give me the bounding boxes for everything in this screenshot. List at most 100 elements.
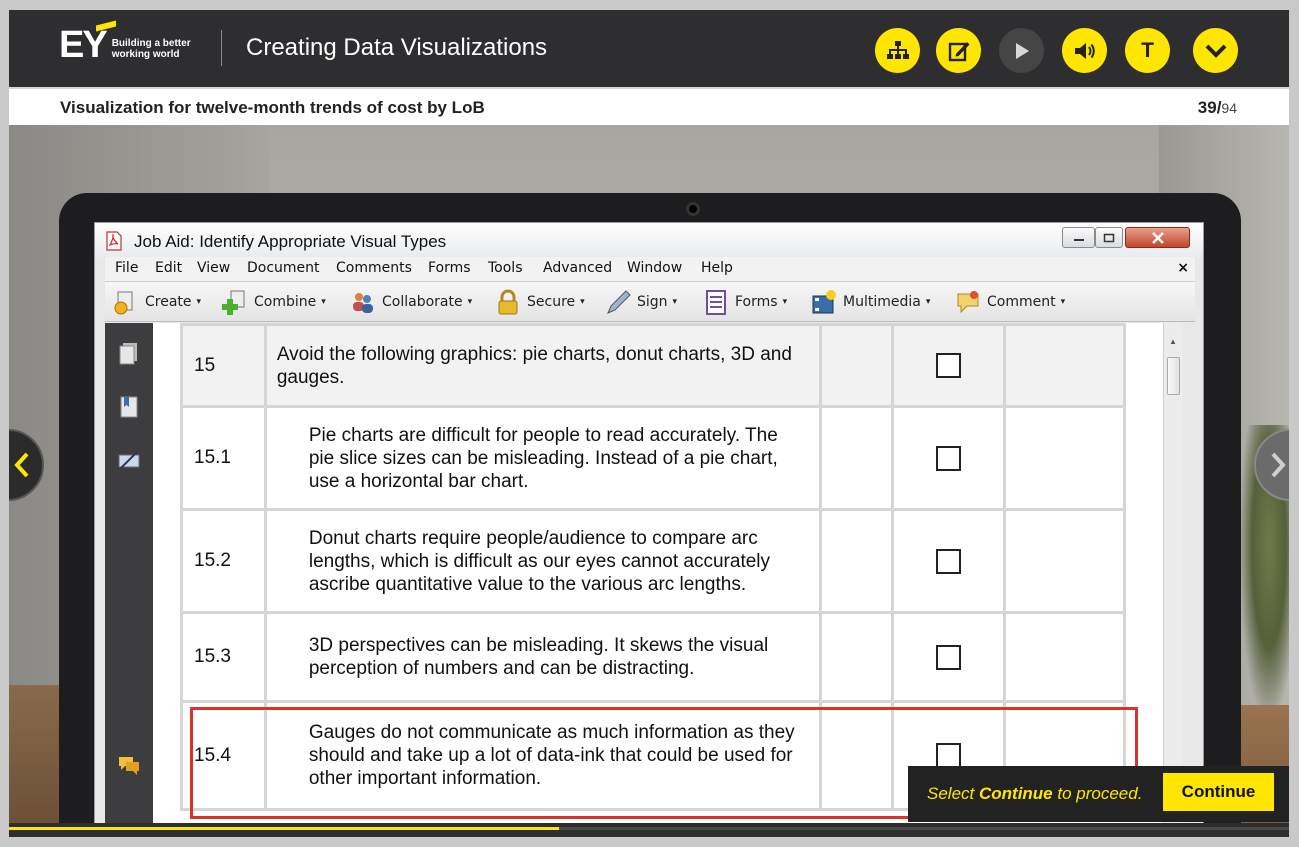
lock-icon [495,289,521,315]
checkbox[interactable] [935,353,961,378]
checkbox-cell [890,323,1006,408]
page-total: 94 [1221,100,1237,116]
transcript-button[interactable]: T [1125,28,1170,73]
play-button[interactable] [999,28,1044,73]
row-text: Avoid the following graphics: pie charts… [263,323,823,408]
create-dropdown-icon: ▾ [196,297,202,307]
header-divider [221,30,222,66]
restore-button[interactable] [1095,227,1123,248]
signatures-icon[interactable] [117,449,141,473]
transcript-icon: T [1141,38,1154,62]
menu-document[interactable]: Document [247,260,320,276]
pdf-icon [106,231,122,251]
blank-cell [819,405,894,511]
menu-view[interactable]: View [197,260,230,276]
close-button[interactable] [1125,227,1190,248]
multimedia-button[interactable]: Multimedia ▾ [811,288,930,316]
webcam-icon [686,202,700,216]
create-icon [113,289,139,315]
sitemap-icon [886,40,909,59]
checkbox-cell [890,405,1006,511]
collaborate-label: Collaborate [382,294,463,310]
slide-title: Visualization for twelve-month trends of… [60,98,485,117]
close-icon [1151,231,1164,244]
minimize-icon [1073,238,1084,241]
menu-window[interactable]: Window [627,260,682,276]
collaborate-button[interactable]: Collaborate ▾ [350,288,472,316]
continue-prefix: Select [927,784,979,803]
blank-cell [1002,323,1127,408]
sign-dropdown-icon: ▾ [672,297,678,307]
checkbox-cell [890,611,1006,703]
create-label: Create [145,294,192,310]
row-number: 15.3 [180,611,267,703]
menu-help[interactable]: Help [701,260,733,276]
course-title: Creating Data Visualizations [246,34,548,61]
minimize-button[interactable] [1062,227,1095,248]
row-number: 15.2 [180,508,267,614]
collaborate-dropdown-icon: ▾ [467,297,473,307]
document-close-button[interactable]: × [1177,260,1189,276]
checkbox[interactable] [935,445,961,471]
secure-button[interactable]: Secure ▾ [495,288,585,316]
menu-tools[interactable]: Tools [488,260,523,276]
continue-suffix: to proceed. [1052,784,1143,803]
play-icon [1015,42,1029,59]
menu-comments[interactable]: Comments [336,260,412,276]
checkbox[interactable] [935,644,961,670]
comment-label: Comment [987,294,1056,310]
row-text: Pie charts are difficult for people to r… [263,405,823,511]
pages-icon[interactable] [117,341,141,365]
blank-cell [1002,611,1127,703]
tagline-line1: Building a better [111,38,191,49]
row-number: 15 [180,323,267,408]
notes-button[interactable] [936,28,981,73]
blank-cell [1002,508,1127,614]
volume-button[interactable] [1062,28,1107,73]
row-number: 15.1 [180,405,267,511]
header-bar: EY Building a better working world Creat… [9,10,1289,87]
multimedia-icon [811,289,837,315]
forms-button[interactable]: Forms ▾ [703,288,787,316]
sitemap-button[interactable] [875,28,920,73]
blank-cell [819,611,894,703]
row-text: Donut charts require people/audience to … [263,508,823,614]
continue-instruction: Select Continue to proceed. [927,784,1142,804]
forms-icon [703,289,729,315]
vertical-scrollbar[interactable]: ▲ [1163,323,1183,837]
continue-button[interactable]: Continue [1163,773,1274,811]
acrobat-toolbar: Create ▾ Combine ▾ Collaborate ▾ Secure … [105,282,1195,322]
volume-icon [1074,42,1095,59]
create-button[interactable]: Create ▾ [113,288,201,316]
collaborate-icon [350,289,376,315]
comment-dropdown-icon: ▾ [1060,297,1066,307]
navigation-pane [105,323,153,837]
checkbox-cell [890,508,1006,614]
notes-icon [948,41,969,61]
progress-bar [9,823,1289,837]
table-row: 15 Avoid the following graphics: pie cha… [180,323,1127,408]
menu-edit[interactable]: Edit [155,260,182,276]
secure-label: Secure [527,294,576,310]
checkbox[interactable] [935,548,961,574]
combine-button[interactable]: Combine ▾ [222,288,326,316]
chevron-down-icon [1205,44,1226,58]
table-row: 15.3 3D perspectives can be misleading. … [180,611,1127,703]
chevron-left-icon [14,452,29,478]
secure-dropdown-icon: ▾ [580,297,585,307]
menu-advanced[interactable]: Advanced [543,260,612,276]
row-text: 3D perspectives can be misleading. It sk… [263,611,823,703]
menu-forms[interactable]: Forms [428,260,471,276]
scroll-up-icon[interactable]: ▲ [1169,337,1177,346]
blank-cell [819,508,894,614]
bookmarks-icon[interactable] [117,395,141,419]
page-current: 39/ [1197,98,1222,117]
comment-button[interactable]: Comment ▾ [955,288,1065,316]
page-counter: 39/94 [1198,98,1237,118]
menu-file[interactable]: File [115,260,138,276]
menu-dropdown-button[interactable] [1193,28,1238,73]
comments-pane-icon[interactable] [117,753,141,777]
ey-logo: EY Building a better working world [59,20,212,64]
sign-button[interactable]: Sign ▾ [605,288,677,316]
scroll-thumb[interactable] [1167,357,1180,395]
